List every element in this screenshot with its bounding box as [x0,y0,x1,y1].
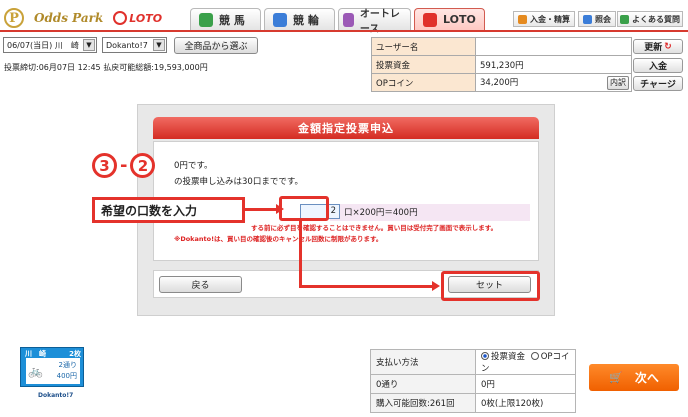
horse-icon [199,12,213,27]
next-label: 次へ [634,371,659,385]
product-value: Dokanto!7 [106,40,148,50]
deposit-settle-label: 入金・精算 [530,14,570,24]
chevron-down-icon: ▼ [83,39,95,51]
tab-keiba-label: 競 馬 [219,13,245,27]
table-row: ユーザー名 [371,37,632,56]
deposit-button[interactable]: 入金 [633,58,683,73]
ticket-amount: 400円 [56,372,77,380]
document-icon [583,14,592,24]
breakdown-button[interactable]: 内訳 [607,75,629,90]
tab-loto-label: LOTO [443,13,476,26]
tab-loto[interactable]: LOTO [414,8,485,30]
combo-amount-value: 0円 [475,374,576,394]
refresh-icon: ↻ [664,41,672,52]
bet-ticket[interactable]: 川 崎 2枚 🚲 2通り 400円 [20,347,84,387]
step-separator: - [120,155,128,176]
ticket-caption: Dokanto!7 [38,392,74,399]
dialog-line-1: 0円です。 [174,161,213,171]
back-button[interactable]: 戻る [159,276,242,293]
loto-icon [423,12,437,27]
table-row: OPコイン 34,200円 内訳 [371,73,632,92]
deadline-text: 投票締切:06月07日 12:45 払戻可能総額:19,593,000円 [4,63,208,72]
step-number-minor: 2 [130,153,156,178]
op-coin-cell: 34,200円 内訳 [475,73,632,92]
set-arrow-horizontal [299,285,433,288]
username-value [475,37,632,56]
loto-ring-icon [113,11,128,25]
inquiry-label: 照会 [595,14,611,24]
question-icon [620,14,629,24]
set-arrow-vertical [299,221,302,288]
tickets-value: 0枚(上限120枚) [475,393,576,413]
odds-park-logo-icon: P [4,8,24,28]
radio-funds[interactable] [481,352,489,360]
payment-method-label: 支払い方法 [370,349,476,375]
warning-line-1: する前に必ず目を確認することはできません。買い目は受付完了画面で表示します。 [251,224,498,232]
warning-line-2: ※Dokanto!は、買い目の確認後のキャンセル回数に制限があります。 [174,235,383,243]
callout-arrow-line [245,208,278,211]
update-button[interactable]: 更新 ↻ [633,39,683,54]
inquiry-link[interactable]: 照会 [578,11,616,27]
all-products-button[interactable]: 全商品から選ぶ [174,37,258,54]
funds-value: 591,230円 [475,55,632,74]
faq-link[interactable]: よくある質問 [617,11,683,27]
set-button-highlight [441,271,540,301]
brand-logo[interactable]: P Odds Park LOTO [4,6,162,30]
cart-icon: 🛒 [609,371,623,384]
table-row: 投票資金 591,230円 [371,55,632,74]
date-track-select[interactable]: 06/07(当日) 川 崎 ▼ [3,37,97,53]
deposit-settle-link[interactable]: 入金・精算 [513,11,575,27]
product-select[interactable]: Dokanto!7 ▼ [102,37,167,53]
ticket-units: 2通り [58,361,77,369]
op-coin-label: OPコイン [371,73,476,92]
table-row: 支払い方法 投票資金 OPコイン [370,349,576,375]
dialog-line-2: の投票申し込みは30口までです。 [174,177,303,187]
combo-count-label: 0通り [370,374,476,394]
next-button[interactable]: 🛒 次へ [589,364,679,391]
radio-op-coin[interactable] [530,352,539,360]
table-row: 購入可能回数:261回 0枚(上限120枚) [370,393,576,413]
header-divider [0,30,688,32]
faq-label: よくある質問 [632,14,680,24]
motorbike-icon [343,12,354,27]
set-arrowhead [432,281,440,291]
chevron-down-icon: ▼ [153,39,165,51]
bicycle-icon: 🚲 [28,364,43,378]
update-label: 更新 [644,43,663,53]
loto-logo: LOTO [113,11,162,25]
payment-table: 支払い方法 投票資金 OPコイン 0通り 0円 購入可能回数:261回 0枚(上… [370,349,576,413]
instruction-callout: 希望の口数を入力 [92,197,245,223]
main-tabs: 競 馬 競 輪 オートレース LOTO [190,8,485,35]
radio-funds-label: 投票資金 [491,352,526,362]
loto-logo-text: LOTO [129,11,163,25]
brand-name: Odds Park [34,11,104,25]
tab-autorace[interactable]: オートレース [338,8,411,35]
amount-text: 口×200円＝400円 [344,208,418,218]
units-input-highlight [279,196,329,221]
account-table: ユーザー名 投票資金 591,230円 OPコイン 34,200円 内訳 [371,37,632,92]
dialog-title: 金額指定投票申込 [153,117,539,139]
username-label: ユーザー名 [371,37,476,56]
wallet-icon [518,14,527,24]
funds-label: 投票資金 [371,55,476,74]
bicycle-icon [273,12,287,27]
op-coin-value: 34,200円 [480,77,519,88]
tab-keirin[interactable]: 競 輪 [264,8,335,30]
date-track-value: 06/07(当日) 川 崎 [7,40,79,50]
step-marker: 3 - 2 [92,153,156,178]
tab-keiba[interactable]: 競 馬 [190,8,261,30]
ticket-detail: 🚲 2通り 400円 [26,358,80,384]
purchase-limit-label: 購入可能回数:261回 [370,393,476,413]
table-row: 0通り 0円 [370,374,576,394]
tab-keirin-label: 競 輪 [293,13,319,27]
step-number-major: 3 [92,153,117,178]
charge-button[interactable]: チャージ [633,76,683,91]
payment-method-options: 投票資金 OPコイン [475,349,576,375]
